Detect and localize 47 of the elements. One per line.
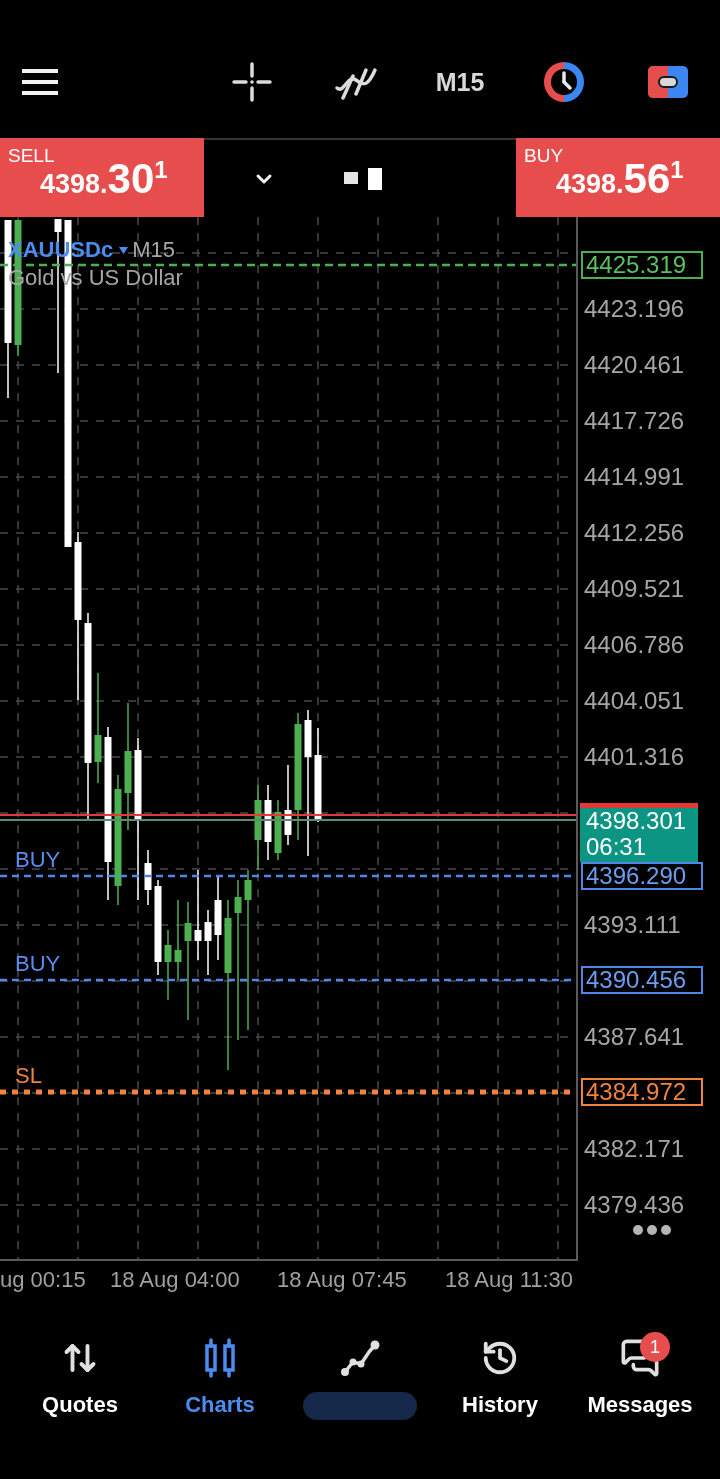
order-price-tag: 4390.456 <box>581 966 703 994</box>
toggle-icon[interactable] <box>648 66 688 98</box>
clock-icon[interactable] <box>543 61 585 103</box>
candle <box>144 849 152 906</box>
price-axis-label: 4420.461 <box>584 351 685 379</box>
order-label: BUY <box>15 952 61 976</box>
stop-loss-tag: 4384.972 <box>581 1078 703 1106</box>
stop-loss-label: SL <box>15 1064 42 1088</box>
nav-tab[interactable]: History <box>430 1328 570 1420</box>
dropdown-triangle-icon[interactable] <box>119 246 129 254</box>
line-chart-icon[interactable] <box>340 1339 380 1377</box>
time-axis-label: 18 Aug 04:00 <box>110 1267 240 1293</box>
bar-timer: 06:31 <box>586 834 648 860</box>
price-axis-label: 4414.991 <box>584 463 685 491</box>
candle <box>204 909 212 976</box>
candlestick-icon[interactable] <box>202 1338 238 1378</box>
crosshair-icon[interactable] <box>232 62 272 102</box>
timeframe-button[interactable]: M15 <box>435 67 485 97</box>
history-icon[interactable] <box>481 1339 519 1377</box>
more-icon[interactable] <box>632 1224 672 1236</box>
candle <box>164 929 172 1001</box>
price-axis-label: 4401.316 <box>584 743 685 771</box>
nav-tab[interactable]: 1 Messages <box>570 1328 710 1420</box>
price-axis-label: 4382.171 <box>584 1135 685 1163</box>
time-axis-label: 18 Aug 07:45 <box>277 1267 407 1293</box>
time-axis-label: 18 Aug 11:30 <box>445 1267 574 1293</box>
price-axis-label: 4417.726 <box>584 407 685 435</box>
glitch-drawing <box>344 167 384 190</box>
price-axis-label: 4423.196 <box>584 295 685 323</box>
menu-icon[interactable] <box>22 69 58 95</box>
price-axis-label: 4387.641 <box>584 1023 685 1051</box>
nav-tab[interactable]: Quotes <box>10 1328 150 1420</box>
price-axis-label: 4409.521 <box>584 575 685 603</box>
time-axis-label: ug 00:15 <box>0 1267 86 1293</box>
order-price-tag: 4396.290 <box>581 862 703 890</box>
order-label: BUY <box>15 848 61 872</box>
price-axis-label: 4404.051 <box>584 687 685 715</box>
unread-badge: 1 <box>640 1332 670 1362</box>
price-axis-label: 4379.436 <box>584 1191 685 1219</box>
price-axis-label: 4412.256 <box>584 519 685 547</box>
price-axis-label: 4393.111 <box>584 911 681 939</box>
take-profit-tag: 4425.319 <box>581 251 703 279</box>
chart-timeframe: M15 <box>132 237 175 263</box>
nav-tab[interactable]: Charts <box>150 1328 290 1420</box>
current-price: 4398.301 <box>586 808 688 834</box>
candle <box>274 799 282 861</box>
price-axis-label: 4406.786 <box>584 631 685 659</box>
